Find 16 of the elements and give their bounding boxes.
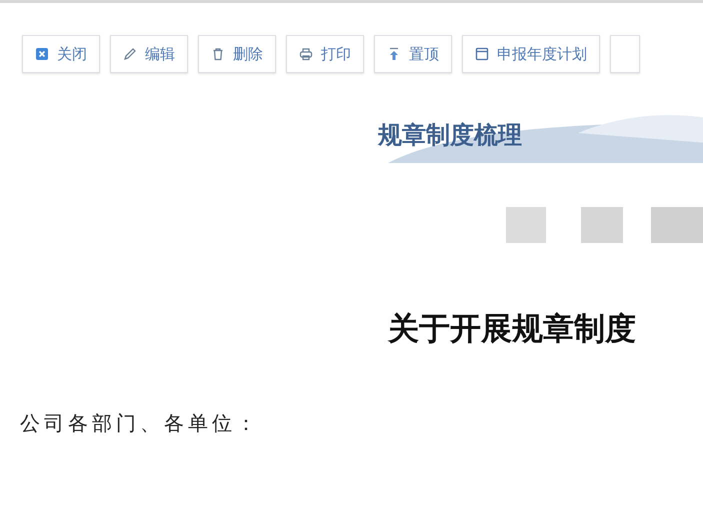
trash-icon bbox=[211, 47, 225, 61]
document-heading: 关于开展规章制度 bbox=[388, 310, 637, 349]
pencil-icon bbox=[123, 47, 137, 61]
toolbar-button[interactable]: 编辑 bbox=[110, 35, 188, 73]
close-icon bbox=[35, 47, 49, 61]
toolbar-button[interactable]: 打印 bbox=[286, 35, 364, 73]
toolbar-button[interactable] bbox=[610, 35, 640, 73]
toolbar-button[interactable]: 申报年度计划 bbox=[462, 35, 600, 73]
toolbar-button[interactable]: 置顶 bbox=[374, 35, 452, 73]
printer-icon bbox=[299, 47, 313, 61]
toolbar-button[interactable]: 关闭 bbox=[22, 35, 100, 73]
salutation-text: 公司各部门、各单位： bbox=[20, 410, 261, 437]
banner-title: 规章制度梳理 bbox=[378, 120, 522, 151]
arrow-up-icon bbox=[387, 47, 401, 61]
calendar-icon bbox=[475, 47, 489, 61]
toolbar-button[interactable]: 删除 bbox=[198, 35, 276, 73]
